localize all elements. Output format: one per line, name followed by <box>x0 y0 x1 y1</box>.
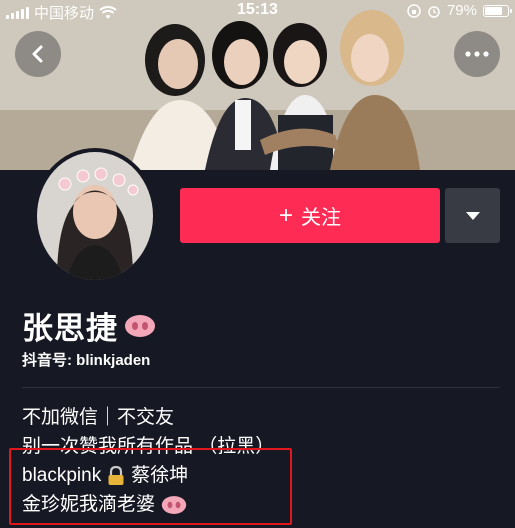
bio-line: 不加微信｜不交友 <box>22 403 274 432</box>
alarm-icon <box>428 5 440 18</box>
battery-percent: 79% <box>446 2 477 19</box>
annotation-highlight-box <box>9 448 292 525</box>
chevron-left-icon <box>32 45 43 63</box>
recommend-dropdown-button[interactable] <box>445 188 500 243</box>
orientation-lock-icon <box>407 3 421 18</box>
profile-screen: 中国移动 15:13 79% + 关注 张思捷 抖音号: blinkjaden … <box>0 0 515 528</box>
status-bar: 中国移动 15:13 79% <box>0 0 515 22</box>
bio-text: 不加微信｜不交友 <box>22 407 175 428</box>
divider <box>22 387 500 388</box>
profile-name-row: 张思捷 <box>22 303 156 348</box>
cover-photo <box>0 0 515 170</box>
more-button[interactable] <box>454 31 500 77</box>
battery-icon <box>483 4 512 17</box>
more-dots-icon <box>465 51 489 57</box>
plus-icon: + <box>278 201 293 229</box>
caret-down-icon <box>465 211 480 220</box>
back-button[interactable] <box>15 31 61 77</box>
profile-name: 张思捷 <box>22 311 118 346</box>
follow-button[interactable]: + 关注 <box>180 188 440 243</box>
avatar-image <box>37 152 153 280</box>
douyin-id: 抖音号: blinkjaden <box>22 352 151 369</box>
follow-label: 关注 <box>301 207 341 229</box>
pig-nose-icon <box>125 314 155 337</box>
avatar[interactable] <box>33 148 157 284</box>
cover-photo-illustration <box>0 0 515 170</box>
